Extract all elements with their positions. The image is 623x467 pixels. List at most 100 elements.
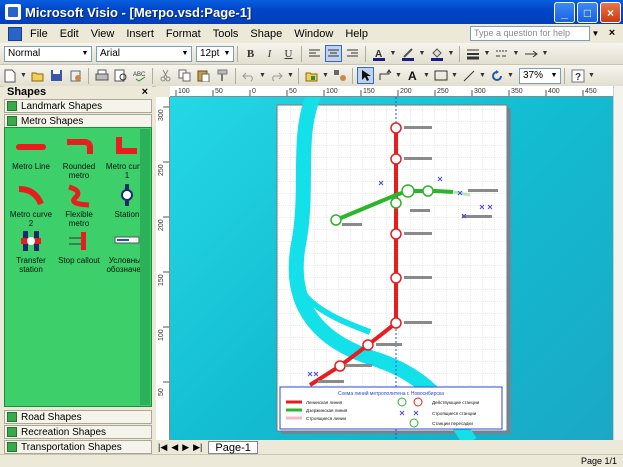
first-page-button[interactable]: |◀ [158, 442, 167, 453]
chevron-down-icon[interactable]: ▼ [483, 45, 491, 62]
master-transfer-station[interactable]: Transfer station [7, 228, 55, 274]
copy-button[interactable] [176, 67, 193, 84]
chevron-down-icon[interactable]: ▼ [287, 67, 294, 84]
menu-view[interactable]: View [85, 28, 121, 40]
new-button[interactable] [1, 67, 18, 84]
chevron-down-icon[interactable]: ▼ [20, 67, 27, 84]
visio-app-icon[interactable] [5, 4, 21, 20]
chevron-down-icon[interactable]: ▼ [512, 45, 520, 62]
shapes-pane-close-button[interactable]: × [142, 86, 148, 98]
chevron-down-icon[interactable]: ▼ [588, 67, 595, 84]
stencil-scrollbar[interactable] [140, 129, 150, 405]
rotate-button[interactable] [488, 67, 505, 84]
align-right-icon [347, 49, 358, 57]
menu-format[interactable]: Format [160, 28, 207, 40]
style-combo[interactable]: Normal ▼ [4, 45, 92, 62]
drawing-svg: Схема линий метрополитена г. Новосибирск… [276, 97, 511, 440]
chevron-down-icon[interactable]: ▼ [322, 67, 329, 84]
chevron-down-icon[interactable]: ▼ [479, 67, 486, 84]
fill-color-button[interactable] [428, 45, 445, 62]
menu-file[interactable]: File [24, 28, 54, 40]
help-icon: ? [571, 69, 584, 83]
master-stop-callout[interactable]: Stop callout [55, 228, 103, 265]
maximize-button[interactable]: □ [577, 2, 598, 23]
menu-window[interactable]: Window [288, 28, 339, 40]
document-icon[interactable] [8, 26, 22, 41]
line-color-button[interactable] [399, 45, 416, 62]
chevron-down-icon[interactable]: ▼ [541, 45, 549, 62]
stencil-metro[interactable]: Metro Shapes [4, 114, 152, 128]
undo-button[interactable] [240, 67, 257, 84]
shapes-button[interactable] [303, 67, 320, 84]
help-button[interactable]: ? [569, 67, 586, 84]
last-page-button[interactable]: ▶| [193, 442, 202, 453]
close-button[interactable]: × [600, 2, 621, 23]
line-weight-button[interactable] [464, 45, 481, 62]
rectangle-tool-button[interactable] [432, 67, 449, 84]
prev-page-button[interactable]: ◀ [171, 442, 178, 453]
open-button[interactable] [29, 67, 46, 84]
align-right-button[interactable] [344, 45, 361, 62]
zoom-combo[interactable]: 37% ▼ [519, 67, 561, 84]
ruler-label: 100 [178, 88, 190, 95]
stencil-landmark[interactable]: Landmark Shapes [4, 99, 152, 113]
legend-station-green [397, 397, 407, 407]
chevron-down-icon[interactable]: ▼ [447, 45, 455, 62]
redo-button[interactable] [268, 67, 285, 84]
permission-button[interactable] [67, 67, 84, 84]
drawing-canvas[interactable]: Схема линий метрополитена г. Новосибирск… [170, 97, 613, 440]
font-combo[interactable]: Arial ▼ [96, 45, 192, 62]
chevron-down-icon[interactable]: ▼ [418, 45, 426, 62]
pointer-tool-button[interactable] [357, 67, 374, 84]
master-metro-curve-2[interactable]: Metro curve 2 [7, 182, 55, 228]
stencil-transportation[interactable]: Transportation Shapes [4, 440, 152, 454]
line-tool-button[interactable] [460, 67, 477, 84]
menu-insert[interactable]: Insert [120, 28, 160, 40]
ask-question-input[interactable]: Type a question for help [470, 26, 590, 41]
line-pattern-button[interactable] [493, 45, 510, 62]
align-center-button[interactable] [325, 45, 342, 62]
metro-stencil-body: Metro Line Rounded metro Metro curve 1 M… [4, 127, 152, 407]
spelling-button[interactable]: ABC [131, 67, 148, 84]
chevron-down-icon[interactable]: ▼ [389, 45, 397, 62]
menu-tools[interactable]: Tools [207, 28, 245, 40]
print-preview-button[interactable] [112, 67, 129, 84]
menu-shape[interactable]: Shape [244, 28, 288, 40]
chevron-down-icon[interactable]: ▼ [507, 67, 514, 84]
ask-dropdown-icon[interactable]: ▼ [590, 26, 601, 41]
stencil-recreation[interactable]: Recreation Shapes [4, 425, 152, 439]
save-icon [51, 70, 62, 81]
align-left-button[interactable] [306, 45, 323, 62]
italic-button[interactable]: I [261, 45, 278, 62]
print-button[interactable] [93, 67, 110, 84]
save-button[interactable] [48, 67, 65, 84]
stencil-road[interactable]: Road Shapes [4, 410, 152, 424]
chevron-down-icon[interactable]: ▼ [259, 67, 266, 84]
format-painter-button[interactable] [214, 67, 231, 84]
document-close-button[interactable]: × [605, 26, 619, 41]
text-tool-button[interactable]: A [404, 67, 421, 84]
master-rounded-metro[interactable]: Rounded metro [55, 134, 103, 180]
underline-button[interactable]: U [280, 45, 297, 62]
connector-tool-button[interactable] [376, 67, 393, 84]
next-page-button[interactable]: ▶ [182, 442, 189, 453]
master-metro-line[interactable]: Metro Line [7, 134, 55, 171]
font-color-button[interactable]: A [370, 45, 387, 62]
chevron-down-icon[interactable]: ▼ [451, 67, 458, 84]
chevron-down-icon[interactable]: ▼ [423, 67, 430, 84]
font-size-combo[interactable]: 12pt ▼ [196, 45, 234, 62]
menu-help[interactable]: Help [339, 28, 374, 40]
vertical-scrollbar[interactable] [613, 86, 623, 440]
minimize-button[interactable]: _ [554, 2, 575, 23]
tab-page-1[interactable]: Page-1 [208, 440, 258, 454]
stencil-label: Metro Shapes [21, 115, 84, 127]
master-flexible-metro[interactable]: Flexible metro [55, 182, 103, 228]
chevron-down-icon[interactable]: ▼ [395, 67, 402, 84]
format-shape-button[interactable] [331, 67, 348, 84]
menu-edit[interactable]: Edit [54, 28, 85, 40]
bold-button[interactable]: B [242, 45, 259, 62]
paste-button[interactable] [195, 67, 212, 84]
line-ends-button[interactable] [522, 45, 539, 62]
cut-button[interactable] [157, 67, 174, 84]
ruler-label: 150 [363, 88, 375, 95]
